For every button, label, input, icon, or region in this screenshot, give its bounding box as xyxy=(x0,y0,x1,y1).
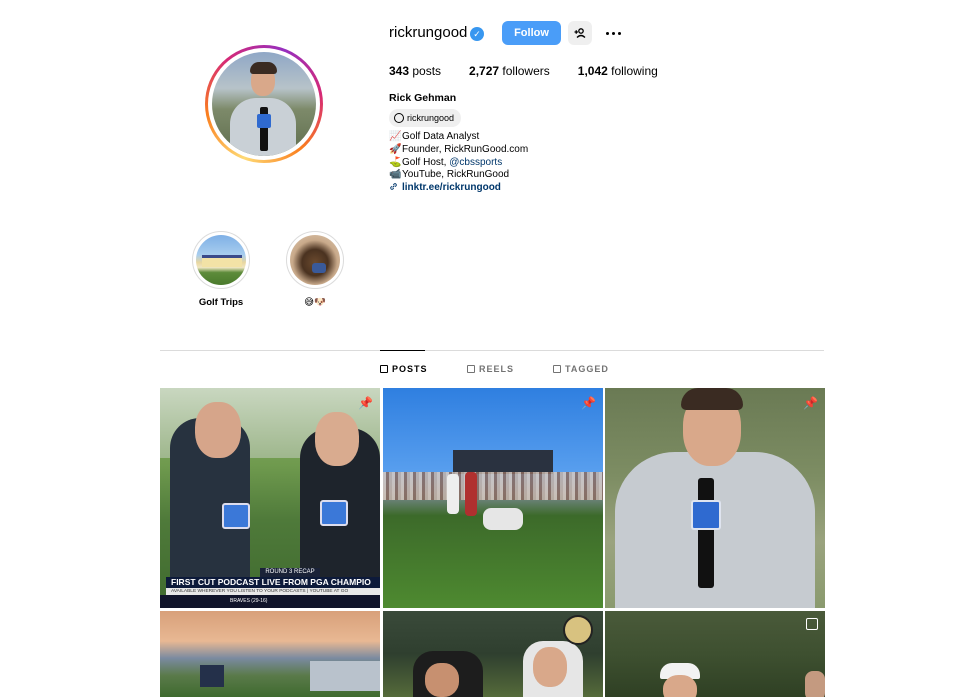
tagged-icon xyxy=(553,365,561,373)
posts-count: 343 posts xyxy=(389,64,442,78)
highlight-cover-image xyxy=(290,235,340,285)
active-tab-indicator xyxy=(380,350,425,351)
bio-line: 📈Golf Data Analyst xyxy=(389,131,480,142)
bio-line: 🚀Founder, RickRunGood.com xyxy=(389,143,529,155)
post-tile[interactable] xyxy=(605,611,825,697)
multiple-images-icon xyxy=(806,618,818,630)
pinned-icon: 📌 xyxy=(358,396,373,410)
profile-stats: 343 posts 2,727 followers 1,042 followin… xyxy=(389,64,686,78)
add-person-icon xyxy=(574,28,586,38)
recap-label: ROUND 3 RECAP xyxy=(260,568,320,577)
tab-tagged[interactable]: TAGGED xyxy=(553,364,609,374)
post-tile[interactable]: 📌 xyxy=(383,388,603,608)
cbssports-mention-link[interactable]: @cbssports xyxy=(449,157,502,168)
profile-full-name: Rick Gehman xyxy=(389,92,457,104)
highlight-dog[interactable]: 😅🐶 xyxy=(285,231,345,308)
profile-avatar[interactable] xyxy=(205,45,323,163)
pinned-icon: 📌 xyxy=(803,396,818,410)
linktree-link[interactable]: linktr.ee/rickrungood xyxy=(402,182,501,193)
suggested-users-button[interactable] xyxy=(568,21,592,45)
more-options-button[interactable] xyxy=(602,21,624,45)
score-ticker: BRAVES (29-16) xyxy=(160,595,380,608)
threads-handle: rickrungood xyxy=(407,113,455,123)
verified-badge-icon: ✓ xyxy=(470,27,484,41)
avatar-photo xyxy=(212,52,316,156)
following-link[interactable]: 1,042 following xyxy=(578,64,658,78)
grid-icon xyxy=(380,365,388,373)
followers-link[interactable]: 2,727 followers xyxy=(469,64,550,78)
broadcast-subline: AVAILABLE WHEREVER YOU LISTEN TO YOUR PO… xyxy=(166,588,380,595)
threads-badge[interactable]: rickrungood xyxy=(389,109,462,127)
tabs-divider xyxy=(160,350,824,351)
bio-line: 📹YouTube, RickRunGood xyxy=(389,169,510,181)
reels-icon xyxy=(467,365,475,373)
pinned-icon: 📌 xyxy=(581,396,596,410)
highlight-label: 😅🐶 xyxy=(304,297,326,308)
post-tile[interactable] xyxy=(383,611,603,697)
follow-button[interactable]: Follow xyxy=(502,21,561,45)
profile-username: rickrungood xyxy=(389,24,468,41)
post-tile[interactable]: ROUND 3 RECAP FIRST CUT PODCAST LIVE FRO… xyxy=(160,388,380,608)
link-icon xyxy=(390,183,397,190)
tab-posts[interactable]: POSTS xyxy=(380,364,428,374)
bio-link-row[interactable]: linktr.ee/rickrungood xyxy=(389,182,528,195)
broadcast-headline: FIRST CUT PODCAST LIVE FROM PGA CHAMPIO xyxy=(166,577,380,588)
highlight-label: Golf Trips xyxy=(198,297,244,308)
more-dots-icon xyxy=(605,31,609,35)
post-tile[interactable]: 📌 xyxy=(605,388,825,608)
bio-line: ⛳Golf Host, @cbssports xyxy=(389,156,503,168)
highlight-cover-image xyxy=(196,235,246,285)
highlight-golf-trips[interactable]: Golf Trips xyxy=(191,231,251,308)
tab-reels[interactable]: REELS xyxy=(467,364,514,374)
post-tile[interactable] xyxy=(160,611,380,697)
threads-icon xyxy=(394,113,404,123)
profile-bio: 📈Golf Data Analyst 🚀Founder, RickRunGood… xyxy=(389,131,528,195)
